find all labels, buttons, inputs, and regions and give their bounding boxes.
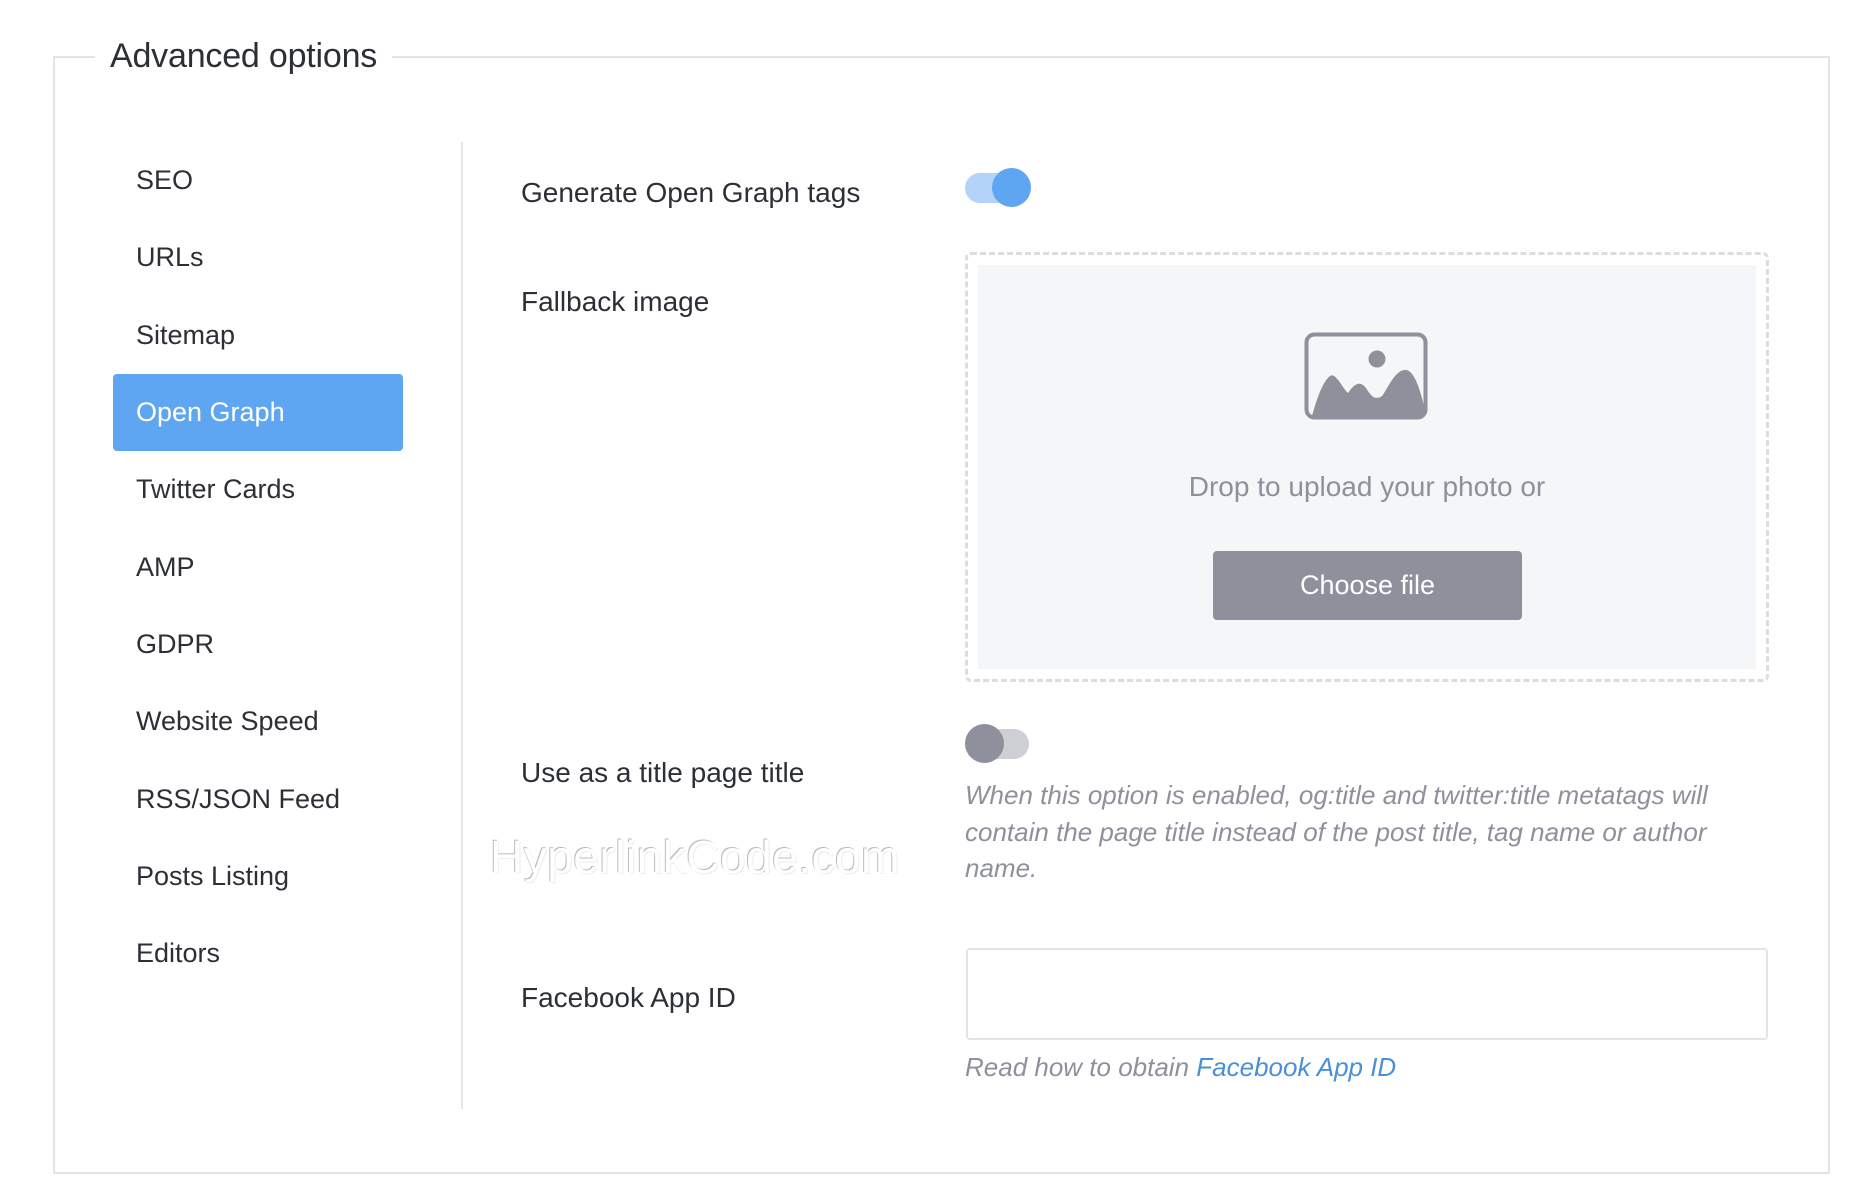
dropzone-area: Drop to upload your photo or Choose file [978,265,1756,669]
toggle-knob [965,724,1004,763]
sidebar-item-open-graph[interactable]: Open Graph [113,373,403,452]
image-icon [1304,332,1428,420]
sidebar-divider [461,142,463,1109]
sidebar-item-label: URLs [136,242,204,273]
facebook-app-id-label: Facebook App ID [521,982,736,1013]
drop-upload-text: Drop to upload your photo or [1188,471,1546,502]
sidebar-item-label: Editors [136,938,221,969]
help-prefix: Read how to obtain [965,1052,1197,1082]
use-title-toggle[interactable] [965,723,1033,765]
sidebar-item-label: Twitter Cards [136,474,296,505]
sidebar-item-posts-listing[interactable]: Posts Listing [113,838,403,915]
sidebar-item-urls[interactable]: URLs [113,219,403,296]
sidebar-item-seo[interactable]: SEO [113,142,403,219]
facebook-app-id-help: Read how to obtain Facebook App ID [965,1052,1396,1083]
sidebar-item-label: Posts Listing [136,860,290,891]
watermark: HyperlinkCode.com [490,831,900,883]
use-title-help-text: When this option is enabled, og:title an… [965,780,1708,883]
sidebar-item-label: RSS/JSON Feed [136,783,341,814]
fallback-image-label: Fallback image [521,286,710,317]
generate-og-label: Generate Open Graph tags [521,177,861,208]
sidebar-item-label: AMP [136,551,195,582]
sidebar-item-rss-json-feed[interactable]: RSS/JSON Feed [113,760,403,837]
sidebar-item-sitemap[interactable]: Sitemap [113,297,403,374]
fallback-image-dropzone[interactable]: Drop to upload your photo or Choose file [965,252,1769,682]
settings-sidebar: SEO URLs Sitemap Open Graph Twitter Card… [113,142,403,992]
sidebar-item-label: Website Speed [136,706,319,737]
panel-title: Advanced options [95,34,393,78]
sidebar-item-gdpr[interactable]: GDPR [113,606,403,683]
sidebar-item-website-speed[interactable]: Website Speed [113,683,403,760]
sidebar-item-amp[interactable]: AMP [113,528,403,605]
facebook-app-id-link[interactable]: Facebook App ID [1196,1052,1396,1082]
sidebar-item-label: Open Graph [136,397,285,428]
use-title-label: Use as a title page title [521,757,805,788]
choose-file-button[interactable]: Choose file [1213,551,1522,620]
sidebar-item-label: SEO [136,165,194,196]
toggle-knob [992,168,1031,207]
generate-og-toggle[interactable] [965,167,1033,209]
facebook-app-id-input[interactable] [966,948,1768,1040]
sidebar-item-twitter-cards[interactable]: Twitter Cards [113,451,403,528]
sidebar-item-editors[interactable]: Editors [113,915,403,992]
sidebar-item-label: GDPR [136,628,215,659]
sidebar-item-label: Sitemap [136,319,236,350]
